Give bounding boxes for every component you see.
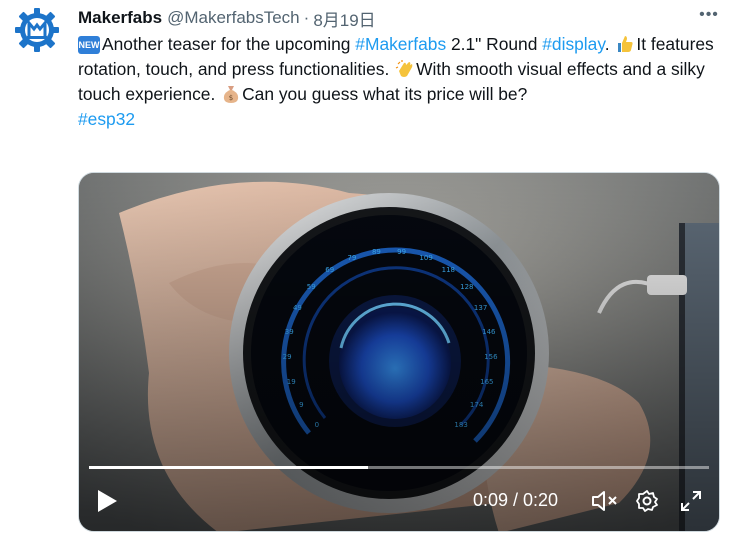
tweet-text-part: 2.1" Round <box>446 34 543 54</box>
play-icon[interactable] <box>95 488 119 514</box>
muted-volume-icon[interactable] <box>591 489 619 513</box>
tweet-date[interactable]: 8月19日 <box>313 6 375 31</box>
tweet-text: NEW Another teaser for the upcoming #Make… <box>78 32 718 132</box>
clapping-hands-icon <box>395 60 413 77</box>
new-badge-icon: NEW <box>78 36 100 54</box>
author-handle[interactable]: @MakerfabsTech <box>167 8 300 28</box>
money-bag-icon: $ <box>224 86 239 103</box>
hashtag-link[interactable]: #esp32 <box>78 109 135 129</box>
tweet-text-part: Can you guess what its price will be? <box>242 84 528 104</box>
avatar[interactable] <box>12 5 62 55</box>
makerfabs-logo-icon <box>15 8 59 52</box>
author-name[interactable]: Makerfabs <box>78 8 162 28</box>
settings-gear-icon[interactable] <box>635 489 659 513</box>
svg-text:$: $ <box>229 94 233 102</box>
tweet-text-part: Another teaser for the upcoming <box>102 34 356 54</box>
progress-bar[interactable] <box>89 466 709 469</box>
hashtag-link[interactable]: #display <box>542 34 605 54</box>
time-display: 0:09 / 0:20 <box>473 490 559 510</box>
video-player[interactable]: 0919293949596979899910911812813714615616… <box>78 172 720 532</box>
progress-fill <box>89 466 368 469</box>
separator-dot: · <box>303 8 310 27</box>
video-controls: 0:09 / 0:20 <box>79 471 719 531</box>
fullscreen-icon[interactable] <box>679 489 703 513</box>
tweet-text-part: . <box>604 34 615 54</box>
hashtag-link[interactable]: #Makerfabs <box>355 34 446 54</box>
thumbs-up-icon <box>618 36 634 52</box>
tweet-header: Makerfabs @MakerfabsTech · 8月19日 <box>78 6 720 31</box>
more-options-icon[interactable]: ••• <box>698 5 720 25</box>
